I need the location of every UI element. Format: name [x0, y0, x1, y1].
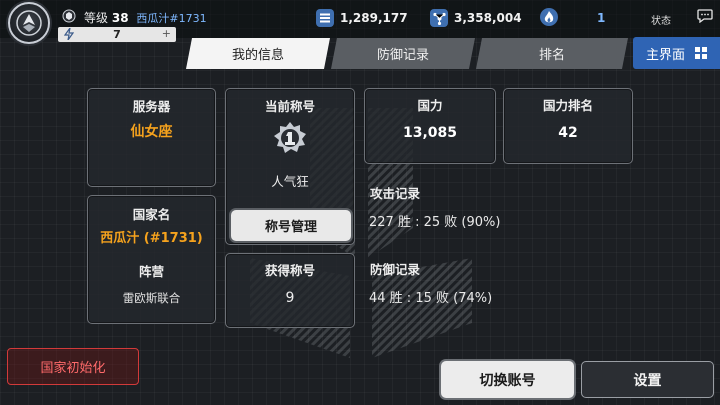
chat-icon[interactable] [697, 9, 713, 23]
home-button[interactable]: 主界面 [633, 37, 720, 69]
power-label: 国力 [417, 98, 443, 113]
status-label[interactable]: 状态 [651, 12, 671, 27]
settings-button[interactable]: 设置 [581, 361, 714, 398]
title-manage-button[interactable]: 称号管理 [231, 210, 351, 241]
tab-my-info[interactable]: 我的信息 [186, 38, 330, 69]
energy-bar[interactable]: 7 + [58, 27, 176, 42]
tab-ranking[interactable]: 排名 [476, 38, 628, 69]
energy-plus-icon[interactable]: + [162, 27, 171, 40]
power-rank-value: 42 [558, 125, 578, 141]
stack-icon [316, 9, 334, 27]
tab-defense-records[interactable]: 防御记录 [331, 38, 475, 69]
player-name: 西瓜汁#1731 [136, 12, 207, 25]
home-button-label: 主界面 [646, 47, 686, 63]
gained-titles-value: 9 [285, 290, 295, 306]
server-card: 服务器 仙女座 [87, 88, 216, 187]
level-label: 等级 [84, 11, 109, 25]
gained-titles-card: 获得称号 9 [225, 253, 355, 328]
grid-menu-icon [695, 47, 708, 59]
switch-account-button[interactable]: 切换账号 [441, 361, 574, 398]
gained-titles-label: 获得称号 [264, 263, 315, 278]
faction-label: 阵营 [138, 264, 164, 279]
faction-logo-icon[interactable] [8, 2, 50, 44]
resource-stack-value: 1,289,177 [340, 11, 408, 25]
power-value: 13,085 [402, 125, 458, 141]
attack-record-label: 攻击记录 [370, 186, 421, 201]
current-title-label: 当前称号 [264, 99, 315, 114]
molecule-icon [430, 9, 448, 27]
power-rank-card: 国力排名 42 [503, 88, 633, 164]
country-name-value: 西瓜汁 (#1731) [100, 231, 203, 246]
server-label: 服务器 [132, 99, 171, 114]
power-rank-label: 国力排名 [542, 98, 593, 113]
attack-record-value: 227 胜 : 25 败 (90%) [369, 215, 501, 230]
country-name-label: 国家名 [132, 207, 171, 222]
current-title-card: 当前称号 人气狂 称号管理 [225, 88, 355, 245]
title-badge-icon [274, 122, 306, 153]
resource-molecule-value: 3,358,004 [454, 11, 522, 25]
level-number: 38 [111, 11, 129, 25]
power-card: 国力 13,085 [364, 88, 496, 164]
country-card: 国家名 西瓜汁 (#1731) 阵营 雷欧斯联合 [87, 195, 216, 324]
faction-value: 雷欧斯联合 [122, 291, 181, 305]
player-level: 等级 38 西瓜汁#1731 [84, 9, 207, 26]
flame-icon [540, 8, 558, 26]
reset-country-button[interactable]: 国家初始化 [7, 348, 139, 385]
server-value: 仙女座 [130, 124, 173, 140]
resource-flame-value: 1 [597, 11, 606, 25]
rank-badge-icon [62, 9, 76, 23]
energy-value: 7 [113, 28, 121, 41]
current-title-value: 人气狂 [271, 174, 309, 189]
defense-record-value: 44 胜 : 15 败 (74%) [369, 291, 493, 306]
defense-record-label: 防御记录 [370, 262, 421, 277]
